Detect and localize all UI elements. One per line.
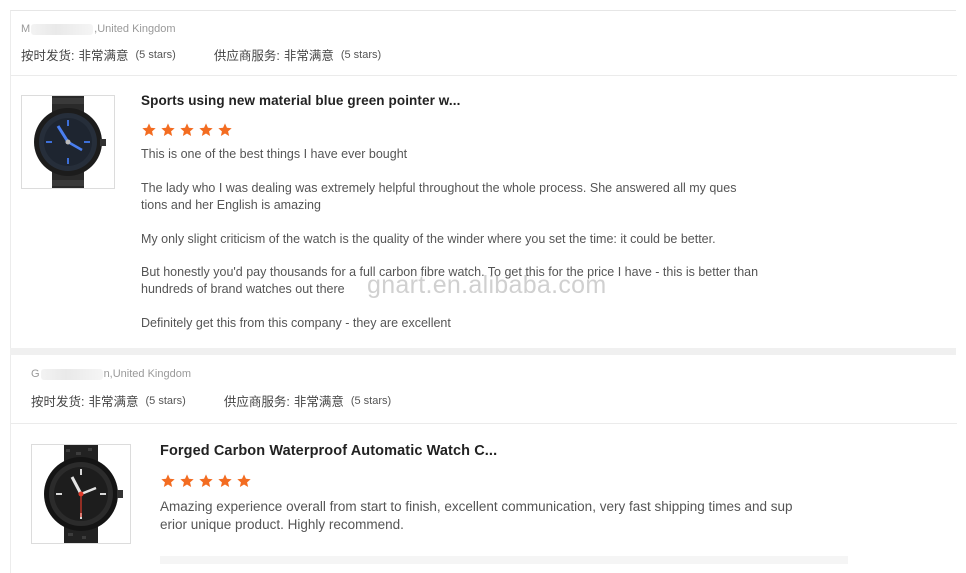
delivery-value: 非常满意 bbox=[88, 395, 139, 409]
review-card-1: M ,United Kingdom 按时发货: 非常满意 (5 stars) 供… bbox=[10, 10, 957, 348]
review-text: This is one of the best things I have ev… bbox=[141, 147, 408, 161]
star-icon bbox=[142, 123, 156, 136]
service-stars: (5 stars) bbox=[350, 394, 392, 407]
buyer-name-prefix: M bbox=[21, 23, 31, 35]
delivery-label: 按时发货: bbox=[31, 395, 85, 409]
review-text: The lady who I was dealing was extremely… bbox=[141, 181, 737, 212]
delivery-label: 按时发货: bbox=[21, 49, 75, 63]
seller-ratings: 按时发货: 非常满意 (5 stars) 供应商服务: 非常满意 (5 star… bbox=[21, 45, 381, 64]
seller-ratings: 按时发货: 非常满意 (5 stars) 供应商服务: 非常满意 (5 star… bbox=[31, 391, 391, 410]
review-card-2: G n,United Kingdom 按时发货: 非常满意 (5 stars) … bbox=[10, 355, 957, 573]
buyer-info: M ,United Kingdom bbox=[21, 23, 176, 35]
service-label: 供应商服务: bbox=[223, 395, 290, 409]
star-icon bbox=[180, 474, 194, 487]
review-text: Definitely get this from this company - … bbox=[141, 316, 451, 330]
review-stars bbox=[160, 473, 252, 489]
star-icon bbox=[161, 123, 175, 136]
delivery-stars: (5 stars) bbox=[135, 48, 176, 61]
watch-image bbox=[44, 445, 123, 543]
review-separator bbox=[10, 348, 956, 355]
buyer-name-prefix: G bbox=[31, 368, 40, 380]
watch-image bbox=[34, 96, 106, 188]
service-value: 非常满意 bbox=[293, 395, 344, 409]
review-text: But honestly you'd pay thousands for a f… bbox=[141, 265, 759, 296]
product-thumbnail[interactable] bbox=[31, 444, 131, 544]
delivery-value: 非常满意 bbox=[78, 49, 129, 63]
delivery-stars: (5 stars) bbox=[145, 394, 186, 407]
star-icon bbox=[161, 474, 175, 487]
star-icon bbox=[199, 123, 213, 136]
star-icon bbox=[180, 123, 194, 136]
buyer-country: ,United Kingdom bbox=[94, 23, 176, 35]
buyer-country: n,United Kingdom bbox=[103, 368, 192, 380]
product-title-link[interactable]: Forged Carbon Waterproof Automatic Watch… bbox=[160, 443, 497, 459]
service-stars: (5 stars) bbox=[340, 48, 382, 61]
product-thumbnail[interactable] bbox=[21, 95, 115, 189]
review-text: My only slight criticism of the watch is… bbox=[141, 232, 716, 246]
divider bbox=[11, 75, 957, 76]
buyer-name-redacted bbox=[40, 368, 103, 380]
divider bbox=[11, 423, 957, 424]
star-icon bbox=[218, 123, 232, 136]
buyer-info: G n,United Kingdom bbox=[31, 368, 191, 380]
review-text: Amazing experience overall from start to… bbox=[160, 499, 793, 532]
next-review-placeholder bbox=[160, 556, 848, 564]
star-icon bbox=[237, 474, 251, 487]
product-title-link[interactable]: Sports using new material blue green poi… bbox=[141, 93, 460, 108]
service-label: 供应商服务: bbox=[213, 49, 280, 63]
buyer-name-redacted bbox=[31, 23, 94, 35]
star-icon bbox=[199, 474, 213, 487]
review-stars bbox=[141, 122, 233, 138]
service-value: 非常满意 bbox=[283, 49, 334, 63]
star-icon bbox=[218, 474, 232, 487]
